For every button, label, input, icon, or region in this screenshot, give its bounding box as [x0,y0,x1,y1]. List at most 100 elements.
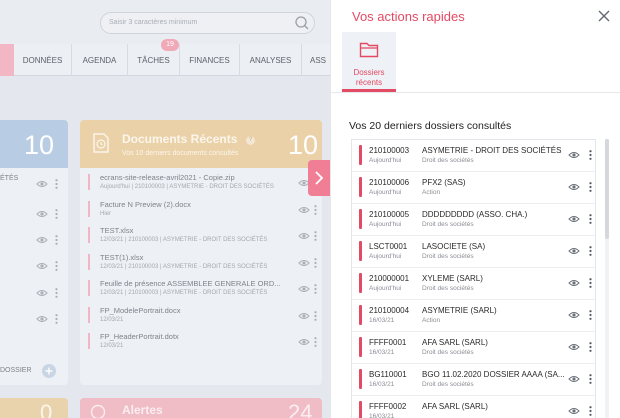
bottom-left-card: 0 [0,398,68,418]
bottom-left-count: 0 [40,400,53,418]
more-icon[interactable] [314,284,317,294]
eye-icon[interactable] [568,279,580,287]
dossier-row[interactable]: 210100004 16/03/21 ASYMETRIE (SARL) Acti… [352,300,595,332]
document-row[interactable]: Facture N Preview (2).docx Hier [84,199,320,222]
more-icon[interactable] [589,246,592,256]
list-item[interactable] [0,309,68,331]
eye-icon[interactable] [36,210,48,218]
quick-actions-panel: Vos actions rapides Dossiers récents Vos… [330,0,620,418]
list-item[interactable] [0,230,68,252]
eye-icon[interactable] [568,407,580,415]
more-icon[interactable] [314,231,317,241]
eye-icon[interactable] [568,311,580,319]
tab-ass[interactable]: ASS [302,44,330,76]
row-marker [359,401,362,418]
eye-icon[interactable] [568,375,580,383]
expand-panel-tab[interactable] [308,160,330,196]
eye-icon[interactable] [298,206,310,214]
eye-icon[interactable] [568,343,580,351]
eye-icon[interactable] [298,232,310,240]
eye-icon[interactable] [298,312,310,320]
document-row[interactable]: FP_ModelePortrait.docx 12/03/21 [84,305,320,328]
more-icon[interactable] [314,310,317,321]
tab-analyses[interactable]: ANALYSES [240,44,302,76]
row-marker [88,333,90,349]
document-name: ecrans-site-release-avril2021 - Copie.zi… [100,173,235,182]
document-row[interactable]: TEST(1).xlsx 12/03/21 | 210100003 | ASYM… [84,252,320,275]
more-icon[interactable] [314,204,317,215]
document-name: TEST(1).xlsx [100,252,144,262]
more-icon[interactable] [55,179,58,189]
dossier-date: Aujourd'hui [369,285,402,292]
help-icon[interactable]: ? [246,136,255,145]
list-item[interactable] [0,204,68,226]
tab-label: DONNÉES [22,56,63,65]
more-icon[interactable] [55,235,58,245]
eye-icon[interactable] [568,247,580,255]
close-icon[interactable] [597,9,611,23]
more-icon[interactable] [55,288,58,298]
document-row[interactable]: ecrans-site-release-avril2021 - Copie.zi… [84,172,320,195]
more-icon[interactable] [589,150,592,160]
dossier-row[interactable]: BG110001 16/03/21 BGO 11.02.2020 DOSSIER… [352,364,595,396]
more-icon[interactable] [55,209,58,219]
left-widget-card: 10 ÉTÉS DOSSIER [0,120,68,385]
chevron-right-icon [315,171,324,185]
list-item[interactable]: ÉTÉS [0,172,68,194]
tab-agenda[interactable]: AGENDA [72,44,128,76]
dossier-row[interactable]: 210100005 Aujourd'hui DDDDDDDDD (ASSO. C… [352,204,595,236]
more-icon[interactable] [589,374,592,384]
dossier-row[interactable]: LSCT0001 Aujourd'hui LASOCIETE (SA) Droi… [352,236,595,268]
document-row[interactable]: TEST.xlsx 12/03/21 | 210100003 | ASYMETR… [84,225,320,248]
alerts-count: 24 [288,400,313,418]
more-icon[interactable] [55,314,58,324]
more-icon[interactable] [589,342,592,352]
eye-icon[interactable] [568,215,580,223]
row-marker [359,145,362,165]
dossier-row[interactable]: FFFF0002 16/03/21 AFA SARL (SARL) [352,396,595,418]
tab-finances[interactable]: FINANCES [180,44,240,76]
eye-icon[interactable] [36,180,48,188]
document-row[interactable]: Feuille de présence ASSEMBLEE GENERALE O… [84,278,320,301]
eye-icon[interactable] [36,289,48,297]
eye-icon[interactable] [568,151,580,159]
scrollbar-thumb[interactable] [605,139,609,239]
recent-documents-subtitle: Vos 10 derniers documents consultés [122,150,239,157]
more-icon[interactable] [589,214,592,224]
search-icon[interactable] [294,15,310,31]
dossier-row[interactable]: 210000001 Aujourd'hui XYLEME (SARL) Droi… [352,268,595,300]
dossier-row[interactable]: 210100003 Aujourd'hui ASYMETRIE - DROIT … [352,140,595,172]
dossier-name: AFA SARL (SARL) [422,402,488,411]
eye-icon[interactable] [298,259,310,267]
bell-icon [90,404,106,418]
dossier-row[interactable]: FFFF0001 16/03/21 AFA SARL (SARL) Droit … [352,332,595,364]
dossier-date: 16/03/21 [369,413,395,418]
eye-icon[interactable] [568,183,580,191]
more-icon[interactable] [589,278,592,288]
eye-icon[interactable] [36,315,48,323]
tab-recent-dossiers[interactable]: Dossiers récents [342,32,396,92]
eye-icon[interactable] [298,285,310,293]
more-icon[interactable] [314,257,317,268]
document-row[interactable]: FP_HeaderPortrait.dotx 12/03/21 [84,331,320,354]
list-item[interactable] [0,256,68,278]
more-icon[interactable] [589,310,592,320]
add-icon[interactable] [41,363,57,379]
more-icon[interactable] [589,182,592,192]
more-icon[interactable] [589,406,592,416]
eye-icon[interactable] [36,236,48,244]
eye-icon[interactable] [36,262,48,270]
dossier-name: PFX2 (SAS) [422,178,466,187]
tab-donnees[interactable]: DONNÉES [14,44,72,76]
alerts-card: Alertes 24 [80,398,322,418]
dossier-name: AFA SARL (SARL) [422,338,488,347]
more-icon[interactable] [55,261,58,271]
search-input[interactable]: Saisir 3 caractères minimum [100,12,315,34]
dossier-row[interactable]: 210100006 Aujourd'hui PFX2 (SAS) Action [352,172,595,204]
dossier-type: Droit des sociétés [422,157,474,164]
panel-tabs: Dossiers récents [331,32,620,93]
list-item[interactable] [0,283,68,305]
more-icon[interactable] [314,337,317,347]
eye-icon[interactable] [298,338,310,346]
dossier-name: BGO 11.02.2020 DOSSIER AAAA (SA... [422,370,565,379]
